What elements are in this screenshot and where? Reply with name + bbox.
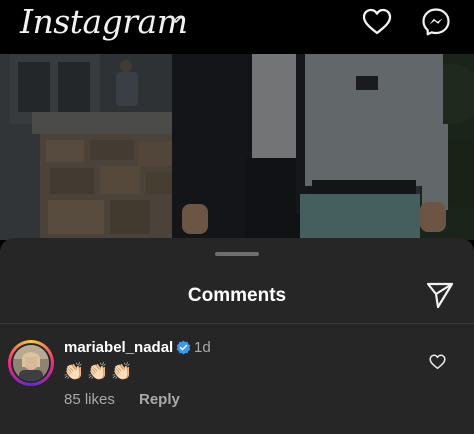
heart-icon[interactable] (362, 8, 392, 36)
post-photo[interactable] (0, 54, 474, 240)
comment-likes-count[interactable]: 85 likes (64, 391, 115, 408)
comments-title: Comments (187, 285, 287, 306)
sheet-drag-handle[interactable] (215, 252, 259, 256)
chevron-down-icon[interactable] (170, 14, 182, 26)
instagram-logo[interactable]: Instagram (20, 2, 188, 41)
top-bar: Instagram (0, 0, 474, 54)
messenger-icon[interactable] (421, 7, 451, 37)
avatar (13, 345, 49, 381)
post-photo-illustration (0, 54, 474, 240)
divider (0, 323, 474, 324)
reply-button[interactable]: Reply (139, 391, 180, 408)
comment-username[interactable]: mariabel_nadal (64, 339, 173, 356)
heart-outline-icon[interactable] (429, 354, 446, 370)
comments-sheet: Comments mariabel_nadal 1d 👏🏻👏🏻👏🏻 85 lik… (0, 238, 474, 434)
comment-timestamp: 1d (194, 339, 211, 356)
verified-badge-icon (176, 340, 191, 355)
comment-text: 👏🏻👏🏻👏🏻 (63, 362, 136, 381)
avatar-story-ring[interactable] (8, 340, 54, 386)
send-icon[interactable] (425, 280, 455, 310)
